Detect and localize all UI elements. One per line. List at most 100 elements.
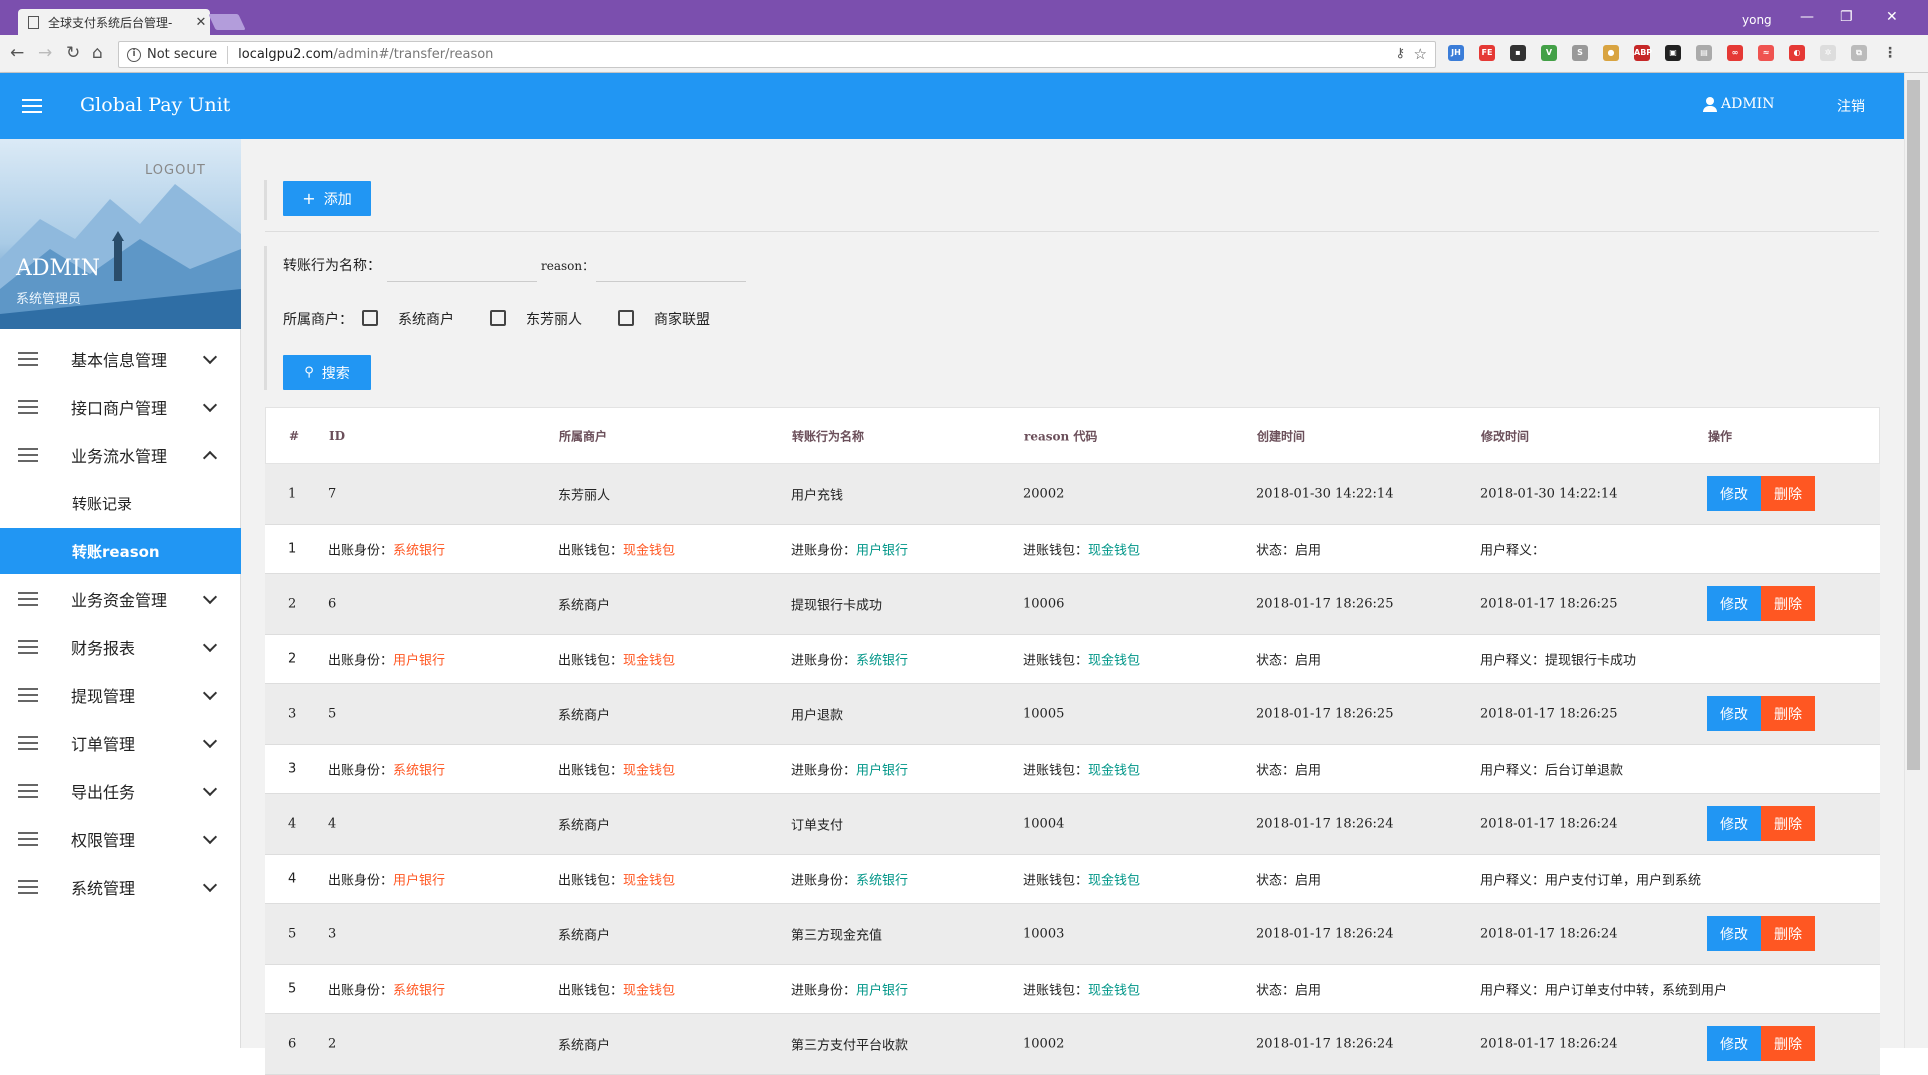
delete-button[interactable]: 删除 — [1761, 696, 1815, 731]
menu-toggle-icon[interactable] — [22, 99, 42, 113]
logout-link[interactable]: 注销 — [1837, 96, 1865, 116]
info-icon[interactable]: i — [127, 47, 141, 62]
delete-button[interactable]: 删除 — [1761, 586, 1815, 621]
sidebar-item-merchant[interactable]: 接口商户管理 — [0, 383, 241, 431]
sidebar-item-basic-info[interactable]: 基本信息管理 — [0, 335, 241, 383]
delete-button[interactable]: 删除 — [1761, 476, 1815, 511]
extension-icon[interactable]: ◐ — [1789, 45, 1805, 61]
table-row: 2 6 系统商户 提现银行卡成功 10006 2018-01-17 18:26:25 201… — [265, 574, 1880, 635]
sidebar-item-permissions[interactable]: 权限管理 — [0, 815, 241, 863]
reload-icon[interactable]: ↻ — [66, 43, 80, 63]
col-header: 修改时间 — [1481, 429, 1530, 443]
home-icon[interactable]: ⌂ — [92, 43, 103, 63]
in-identity-key: 进账身份： — [791, 873, 857, 889]
delete-button[interactable]: 删除 — [1761, 806, 1815, 841]
edit-button[interactable]: 修改 — [1707, 1026, 1761, 1061]
in-wallet-key: 进账钱包： — [1023, 983, 1089, 999]
reason-filter-input[interactable] — [596, 252, 746, 282]
description-text: 用户释义：用户订单支付中转，系统到用户 — [1480, 983, 1728, 999]
extension-s-icon[interactable]: S — [1572, 45, 1588, 61]
sidebar-subitem-transfer-reason[interactable]: 转账reason — [0, 528, 241, 574]
detail-cell: 出账钱包：现金钱包 — [558, 650, 675, 669]
search-label: 搜索 — [321, 365, 350, 382]
forward-icon[interactable]: → — [38, 43, 52, 63]
edit-button[interactable]: 修改 — [1707, 916, 1761, 951]
out-identity-key: 出账身份： — [328, 653, 394, 669]
scrollbar-thumb[interactable] — [1907, 80, 1920, 770]
detail-cell: 出账身份：系统银行 — [328, 540, 445, 559]
sidebar-item-system[interactable]: 系统管理 — [0, 863, 241, 911]
table-row: 4 4 系统商户 订单支付 10004 2018-01-17 18:26:24 2018-0… — [265, 794, 1880, 855]
out-identity-key: 出账身份： — [328, 763, 394, 779]
user-icon — [1703, 96, 1717, 112]
delete-button[interactable]: 删除 — [1761, 916, 1815, 951]
edit-button[interactable]: 修改 — [1707, 696, 1761, 731]
name-filter-input[interactable] — [387, 252, 537, 282]
merchant-checkbox[interactable] — [362, 310, 378, 326]
profile-logout-link[interactable]: LOGOUT — [145, 163, 206, 178]
extension-jh-icon[interactable]: JH — [1448, 45, 1464, 61]
plus-icon: + — [302, 189, 316, 208]
browser-tab[interactable]: 全球支付系统后台管理- ✕ — [18, 9, 210, 35]
sidebar-subitem-transfer-record[interactable]: 转账记录 — [0, 480, 241, 526]
cell-code: 10002 — [1023, 1036, 1065, 1052]
merchant-checkbox[interactable] — [618, 310, 634, 326]
extension-icon[interactable]: ✲ — [1820, 45, 1836, 61]
close-window-icon[interactable]: ✕ — [1886, 9, 1898, 25]
minimize-icon[interactable]: — — [1800, 9, 1814, 25]
out-wallet-key: 出账钱包： — [558, 543, 624, 559]
cell-created: 2018-01-30 14:22:14 — [1256, 486, 1394, 502]
sidebar-item-funds[interactable]: 业务资金管理 — [0, 575, 241, 623]
extension-icon[interactable]: ▣ — [1665, 45, 1681, 61]
cell-idx: 5 — [288, 926, 297, 942]
sidebar-item-reports[interactable]: 财务报表 — [0, 623, 241, 671]
table-row: 1 7 东芳丽人 用户充钱 20002 2018-01-30 14:22:14 2018-0… — [265, 464, 1880, 525]
list-icon — [18, 736, 38, 750]
sidebar-item-export[interactable]: 导出任务 — [0, 767, 241, 815]
chevron-down-icon — [202, 685, 218, 701]
sidebar-item-label: 系统管理 — [71, 879, 136, 898]
delete-button[interactable]: 删除 — [1761, 1026, 1815, 1061]
detail-cell: 进账钱包：现金钱包 — [1023, 650, 1140, 669]
bookmark-star-icon[interactable]: ☆ — [1414, 45, 1427, 63]
search-button[interactable]: ⚲ 搜索 — [283, 355, 371, 390]
merchant-option-label: 系统商户 — [398, 312, 454, 328]
extension-adblock-icon[interactable]: ABP — [1634, 45, 1652, 61]
cell-merchant: 系统商户 — [558, 598, 611, 614]
detail-cell: 出账钱包：现金钱包 — [558, 760, 675, 779]
address-bar[interactable]: i Not secure localgpu2.com /admin#/trans… — [118, 41, 1436, 68]
chevron-down-icon — [202, 829, 218, 845]
list-icon — [18, 880, 38, 894]
restore-icon[interactable]: ❐ — [1840, 9, 1853, 25]
extension-cookie-icon[interactable]: ● — [1603, 45, 1619, 61]
extension-icon[interactable]: ≈ — [1758, 45, 1774, 61]
edit-button[interactable]: 修改 — [1707, 806, 1761, 841]
extension-icon[interactable]: ∞ — [1727, 45, 1743, 61]
menu-kebab-icon[interactable]: ⋮ — [1882, 45, 1898, 61]
back-icon[interactable]: ← — [10, 43, 24, 63]
new-tab-button[interactable] — [208, 14, 246, 30]
in-identity-value: 系统银行 — [856, 653, 909, 669]
edit-button[interactable]: 修改 — [1707, 476, 1761, 511]
extension-vue-icon[interactable]: V — [1541, 45, 1557, 61]
sidebar-item-orders[interactable]: 订单管理 — [0, 719, 241, 767]
cell-id: 4 — [328, 816, 337, 832]
sidebar-item-business-flow[interactable]: 业务流水管理 — [0, 431, 241, 479]
edit-button[interactable]: 修改 — [1707, 586, 1761, 621]
cell-id: 3 — [328, 926, 337, 942]
merchant-checkbox[interactable] — [490, 310, 506, 326]
sidebar-item-withdraw[interactable]: 提现管理 — [0, 671, 241, 719]
in-wallet-value: 现金钱包 — [1088, 763, 1141, 779]
detail-cell: 用户释义：后台订单退款 — [1480, 760, 1623, 779]
extension-icon[interactable]: ▤ — [1696, 45, 1712, 61]
close-tab-icon[interactable]: ✕ — [192, 15, 210, 30]
extension-fe-icon[interactable]: FE — [1479, 45, 1495, 61]
user-menu[interactable]: ADMIN — [1703, 96, 1774, 112]
detail-cell: 进账钱包：现金钱包 — [1023, 870, 1140, 889]
extension-icon[interactable]: ⧉ — [1851, 45, 1867, 61]
window-user[interactable]: yong — [1742, 13, 1772, 27]
extension-icon[interactable]: ▪ — [1510, 45, 1526, 61]
out-identity-key: 出账身份： — [328, 873, 394, 889]
add-button[interactable]: + 添加 — [283, 181, 371, 216]
key-icon[interactable]: ⚷ — [1395, 46, 1405, 61]
